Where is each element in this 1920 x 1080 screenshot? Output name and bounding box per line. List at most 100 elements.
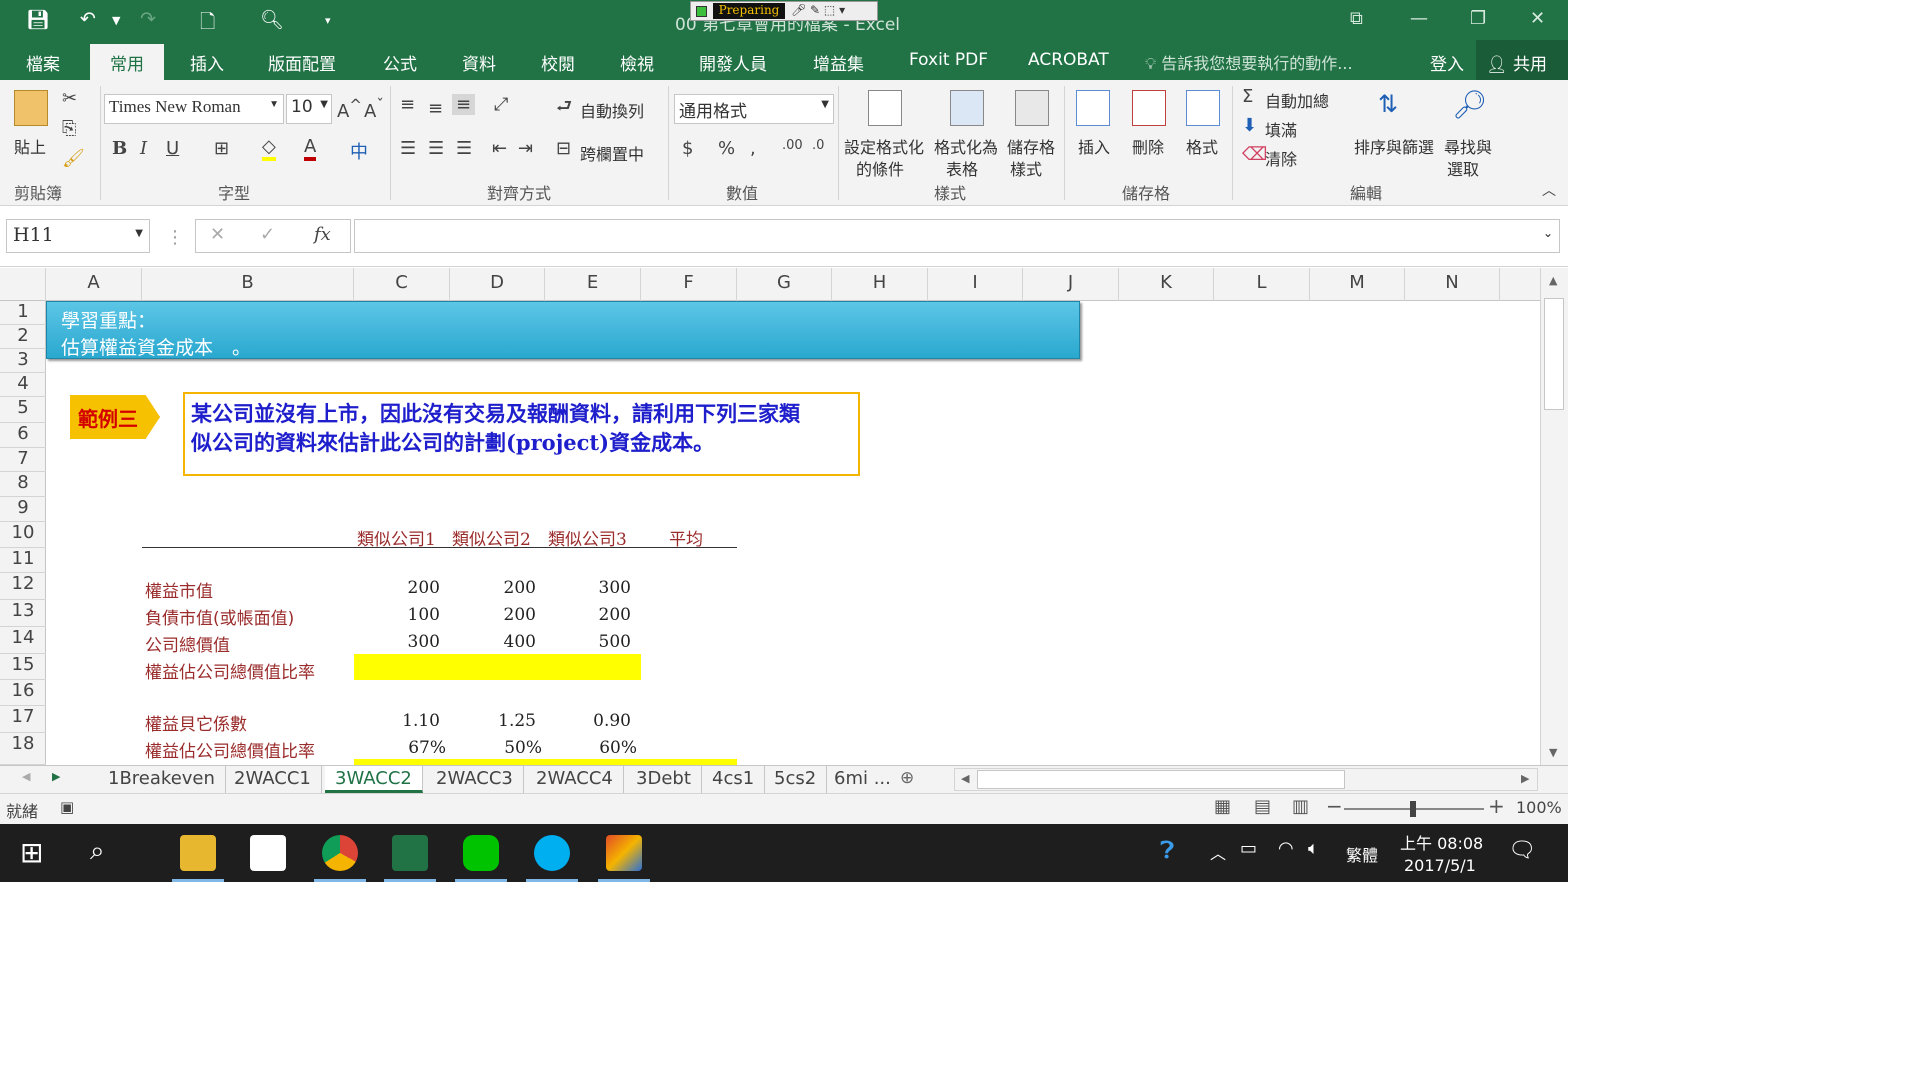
scrollbar-thumb[interactable] (1544, 298, 1564, 410)
page-break-view-icon[interactable]: ▥ (1292, 796, 1309, 817)
currency-icon[interactable]: $ (682, 138, 693, 159)
orientation-icon[interactable]: ⤢ (494, 94, 508, 115)
share-button[interactable]: 👤︎ 共用 (1476, 40, 1568, 80)
column-header[interactable]: N (1405, 268, 1500, 301)
fill-color-icon[interactable]: ◇ (262, 136, 276, 161)
page-layout-view-icon[interactable]: ▤ (1254, 796, 1271, 817)
format-cells-icon[interactable] (1186, 90, 1220, 126)
comma-icon[interactable]: , (750, 138, 756, 159)
clock-time[interactable]: 上午 08:08 (1400, 830, 1483, 854)
delete-cells-icon[interactable] (1132, 90, 1166, 126)
find-select-button[interactable]: 尋找與 (1444, 134, 1492, 158)
restore-icon[interactable]: ❐ (1470, 8, 1486, 29)
more-options-icon[interactable]: ⋮ (166, 227, 184, 248)
autosum-icon[interactable]: Σ (1242, 86, 1253, 107)
insert-function-icon[interactable]: fx (314, 224, 331, 245)
format-cells-button[interactable]: 格式 (1186, 134, 1218, 158)
merge-center-button[interactable]: 跨欄置中 (580, 141, 644, 165)
excel-icon[interactable] (392, 835, 428, 871)
prev-sheet-icon[interactable]: ◀ (22, 770, 30, 783)
tab-formulas[interactable]: 公式 (383, 50, 417, 75)
wrap-text-icon[interactable]: ⮐ (556, 94, 572, 124)
row-header[interactable]: 14 (0, 627, 46, 654)
row-header[interactable]: 16 (0, 680, 46, 706)
scroll-left-icon[interactable]: ◀ (961, 772, 969, 785)
add-sheet-icon[interactable]: ⊕ (900, 768, 914, 788)
normal-view-icon[interactable]: ▦ (1214, 796, 1231, 817)
column-header[interactable]: A (46, 268, 142, 301)
cell-styles-button-line2[interactable]: 樣式 (1010, 156, 1042, 180)
tab-data[interactable]: 資料 (462, 50, 496, 75)
tab-developer[interactable]: 開發人員 (699, 50, 767, 75)
customize-qat-icon[interactable]: ▾ (325, 14, 331, 27)
sheet-tab[interactable]: 1Breakeven (98, 766, 226, 793)
row-header[interactable]: 9 (0, 497, 46, 522)
file-explorer-icon[interactable] (180, 835, 216, 871)
column-header[interactable]: C (354, 268, 450, 301)
battery-icon[interactable]: ▭ (1240, 838, 1257, 859)
notifications-icon[interactable]: 🗨︎ (1508, 838, 1536, 863)
vertical-scrollbar[interactable]: ▲ ▼ (1540, 268, 1568, 765)
fill-button[interactable]: 填滿 (1265, 117, 1297, 141)
recorder-controls-icon[interactable]: 🎤︎ ✎ ⬚ ▾ (791, 3, 845, 17)
chrome-icon[interactable] (322, 835, 358, 871)
next-sheet-icon[interactable]: ▶ (52, 770, 60, 783)
cancel-icon[interactable]: ✕ (210, 224, 225, 245)
conditional-format-icon[interactable] (868, 90, 902, 126)
minimize-icon[interactable]: — (1410, 8, 1428, 29)
volume-icon[interactable]: 🔈︎ (1308, 838, 1319, 859)
tab-acrobat[interactable]: ACROBAT (1028, 50, 1109, 70)
row-header[interactable]: 4 (0, 373, 46, 397)
show-hidden-icons-icon[interactable]: ︿ (1210, 840, 1226, 864)
wifi-icon[interactable]: ◠ (1278, 838, 1294, 859)
decrease-decimal-icon[interactable]: .0 (812, 138, 824, 153)
row-header[interactable]: 7 (0, 448, 46, 472)
copy-icon[interactable]: ⎘ (62, 118, 76, 139)
column-header[interactable]: D (450, 268, 545, 301)
paste-label[interactable]: 貼上 (14, 134, 46, 158)
save-icon[interactable]: 💾︎ (26, 8, 50, 31)
row-header[interactable]: 11 (0, 548, 46, 573)
column-header[interactable]: J (1023, 268, 1119, 301)
tab-addins[interactable]: 增益集 (813, 50, 864, 75)
column-header[interactable]: B (142, 268, 354, 301)
find-select-icon[interactable]: 🔎︎ (1452, 88, 1488, 121)
name-box[interactable]: H11 ▼ (6, 219, 150, 253)
scroll-right-icon[interactable]: ▶ (1521, 772, 1529, 785)
clear-icon[interactable]: ⌫ (1242, 144, 1267, 165)
scroll-down-icon[interactable]: ▼ (1549, 746, 1557, 759)
align-center-icon[interactable]: ☰ (428, 138, 444, 159)
increase-font-icon[interactable]: A^ (337, 96, 362, 122)
format-as-table-button-line2[interactable]: 表格 (946, 156, 978, 180)
tab-home[interactable]: 常用 (90, 44, 164, 80)
zoom-in-icon[interactable]: + (1488, 794, 1505, 818)
skype-icon[interactable] (534, 835, 570, 871)
align-bottom-icon[interactable]: ≡ (452, 94, 476, 115)
help-icon[interactable]: ❓︎ (1160, 836, 1174, 864)
conditional-format-button[interactable]: 設定格式化 (844, 134, 924, 158)
undo-icon[interactable]: ↶ (80, 8, 96, 30)
insert-cells-button[interactable]: 插入 (1078, 134, 1110, 158)
sheet-tab[interactable]: 2WACC1 (224, 766, 322, 793)
row-header[interactable]: 17 (0, 706, 46, 733)
store-icon[interactable] (250, 835, 286, 871)
select-all-corner[interactable] (0, 268, 46, 301)
align-left-icon[interactable]: ☰ (400, 138, 416, 159)
align-top-icon[interactable]: ≡ (400, 94, 415, 115)
sheet-tab[interactable]: 2WACC4 (526, 766, 624, 793)
increase-decimal-icon[interactable]: .00 (782, 138, 803, 153)
column-header[interactable]: G (737, 268, 832, 301)
tab-foxit-pdf[interactable]: Foxit PDF (909, 50, 988, 70)
horizontal-thumb[interactable] (977, 770, 1345, 789)
expand-formula-icon[interactable]: ⌄ (1543, 226, 1553, 240)
insert-cells-icon[interactable] (1076, 90, 1110, 126)
ime-indicator[interactable]: 繁體 (1346, 842, 1378, 866)
align-middle-icon[interactable]: ≡ (428, 98, 443, 119)
presentation-app-icon[interactable] (606, 835, 642, 871)
percent-icon[interactable]: % (718, 138, 735, 159)
column-header[interactable]: I (928, 268, 1023, 301)
highlighted-input-cells[interactable] (354, 654, 641, 680)
delete-cells-button[interactable]: 刪除 (1132, 134, 1164, 158)
new-file-icon[interactable]: 🗋︎ (200, 8, 215, 40)
decrease-indent-icon[interactable]: ⇤ (492, 138, 507, 159)
